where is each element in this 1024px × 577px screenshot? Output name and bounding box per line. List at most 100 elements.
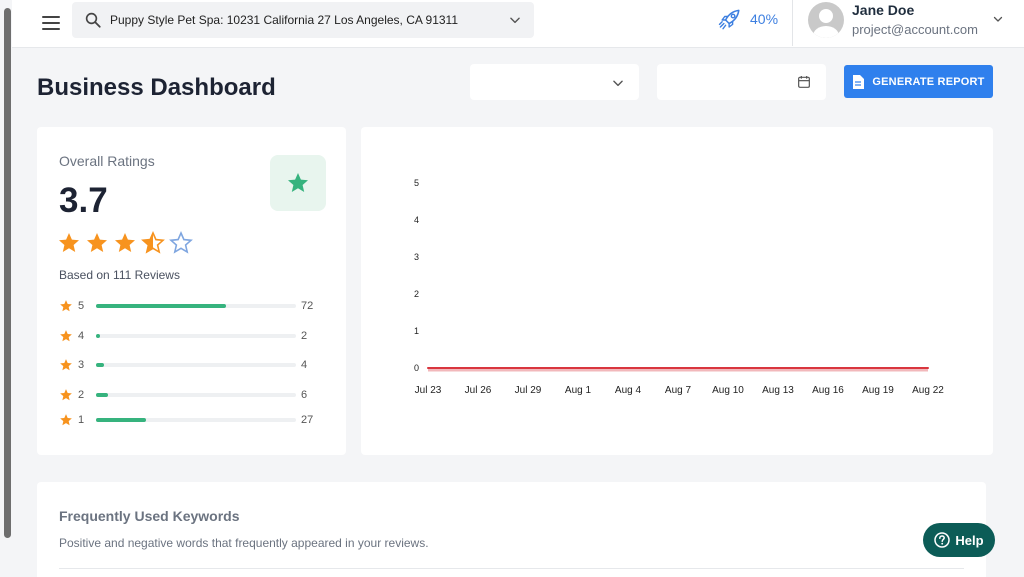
keywords-divider — [59, 568, 964, 569]
rating-bar-fill — [96, 334, 100, 338]
rating-count: 6 — [301, 389, 308, 401]
calendar-icon[interactable] — [796, 74, 812, 90]
star-icon — [60, 300, 72, 312]
avatar[interactable] — [808, 2, 844, 38]
star-empty-icon — [169, 231, 193, 254]
keywords-title: Frequently Used Keywords — [59, 508, 240, 524]
rating-level-label: 2 — [78, 389, 85, 401]
star-icon — [60, 389, 72, 401]
x-tick-label: Aug 22 — [912, 385, 944, 396]
y-tick-label: 5 — [414, 178, 419, 188]
star-half-icon — [141, 231, 165, 254]
rating-bar-track — [96, 363, 296, 367]
x-tick-label: Aug 16 — [812, 385, 844, 396]
data-point — [477, 367, 479, 369]
date-range-input[interactable] — [657, 64, 826, 100]
search-icon — [85, 12, 101, 28]
x-tick-label: Aug 10 — [712, 385, 744, 396]
data-point — [827, 367, 829, 369]
ratings-title: Overall Ratings — [59, 153, 155, 169]
rating-count: 4 — [301, 359, 308, 371]
keywords-card: Frequently Used Keywords Positive and ne… — [37, 482, 986, 577]
help-label: Help — [955, 532, 984, 548]
user-silhouette-icon — [813, 9, 839, 38]
star-icon — [60, 359, 72, 371]
chevron-down-icon[interactable] — [508, 13, 522, 27]
star-icon — [60, 330, 72, 342]
question-circle-icon — [934, 532, 951, 548]
user-email: project@account.com — [852, 22, 978, 37]
data-point — [777, 367, 779, 369]
generate-report-button[interactable]: GENERATE REPORT — [844, 65, 993, 98]
data-point — [927, 367, 929, 369]
rating-distribution-row: 34 — [59, 358, 319, 372]
rating-level-label: 4 — [78, 330, 85, 342]
reviews-count-text: Based on 111 Reviews — [59, 268, 180, 282]
rating-bar-track — [96, 304, 296, 308]
x-tick-label: Aug 7 — [665, 385, 692, 396]
rocket-icon — [718, 9, 740, 30]
chevron-down-icon — [613, 80, 623, 87]
rating-distribution-row: 42 — [59, 329, 319, 343]
x-tick-label: Jul 26 — [465, 385, 492, 396]
rating-distribution-row: 26 — [59, 388, 319, 402]
generate-report-label: GENERATE REPORT — [872, 75, 985, 88]
x-tick-label: Aug 19 — [862, 385, 894, 396]
rating-stars — [57, 231, 193, 255]
rating-bar-track — [96, 334, 296, 338]
page-title: Business Dashboard — [37, 74, 276, 101]
help-button[interactable]: Help — [923, 523, 995, 557]
location-search-value: Puppy Style Pet Spa: 10231 California 27… — [110, 13, 459, 27]
x-tick-label: Jul 23 — [415, 385, 442, 396]
data-point — [527, 367, 529, 369]
x-tick-label: Aug 1 — [565, 385, 592, 396]
data-point — [877, 367, 879, 369]
keywords-subtitle: Positive and negative words that frequen… — [59, 536, 429, 550]
rating-level-label: 3 — [78, 359, 85, 371]
data-point — [427, 367, 429, 369]
data-point — [627, 367, 629, 369]
rating-count: 2 — [301, 330, 308, 342]
y-tick-label: 4 — [414, 215, 419, 225]
y-tick-label: 0 — [414, 363, 419, 373]
rating-level-label: 5 — [78, 300, 85, 312]
chevron-down-icon[interactable] — [992, 13, 1004, 25]
progress-percentage: 40% — [750, 11, 779, 27]
star-icon — [288, 173, 308, 192]
rating-bar-fill — [96, 304, 226, 308]
rating-count: 27 — [301, 414, 314, 426]
ratings-line-chart: 0 1 2 3 4 5 Jul 23 Jul 26 Jul 29 Aug 1 Aug 4 Aug 7 A… — [414, 178, 944, 396]
page-scrollbar[interactable] — [4, 8, 11, 538]
document-icon — [853, 74, 865, 89]
rating-bar-track — [96, 418, 296, 422]
filter-select[interactable] — [470, 64, 639, 100]
x-tick-label: Aug 13 — [762, 385, 794, 396]
rating-distribution-row: 5 72 — [59, 299, 319, 313]
ratings-chart-card: 0 1 2 3 4 5 Jul 23 Jul 26 Jul 29 Aug 1 Aug 4 Aug 7 A… — [361, 127, 993, 455]
rating-bar-fill — [96, 393, 108, 397]
star-filled-icon — [115, 233, 135, 252]
rating-bar-track — [96, 393, 296, 397]
y-tick-label: 1 — [414, 326, 419, 336]
ratings-value: 3.7 — [59, 181, 108, 220]
overall-ratings-card: Overall Ratings 3.7 Based on 111 Reviews… — [37, 127, 346, 455]
star-filled-icon — [59, 233, 79, 252]
header-divider — [792, 0, 793, 46]
data-point — [727, 367, 729, 369]
hamburger-menu-icon[interactable] — [40, 12, 62, 34]
star-icon — [60, 414, 72, 426]
y-tick-label: 3 — [414, 252, 419, 262]
star-filled-icon — [87, 233, 107, 252]
location-search-input[interactable]: Puppy Style Pet Spa: 10231 California 27… — [72, 2, 534, 38]
user-name: Jane Doe — [852, 2, 915, 18]
top-bar: Puppy Style Pet Spa: 10231 California 27… — [12, 0, 1024, 48]
data-point — [577, 367, 579, 369]
ratings-badge — [270, 155, 326, 211]
x-tick-label: Jul 29 — [515, 385, 542, 396]
rating-level-label: 1 — [78, 414, 85, 426]
rating-distribution-row: 1 27 — [59, 413, 319, 427]
rating-bar-fill — [96, 418, 146, 422]
rating-count: 72 — [301, 300, 314, 312]
y-tick-label: 2 — [414, 289, 419, 299]
x-tick-label: Aug 4 — [615, 385, 642, 396]
